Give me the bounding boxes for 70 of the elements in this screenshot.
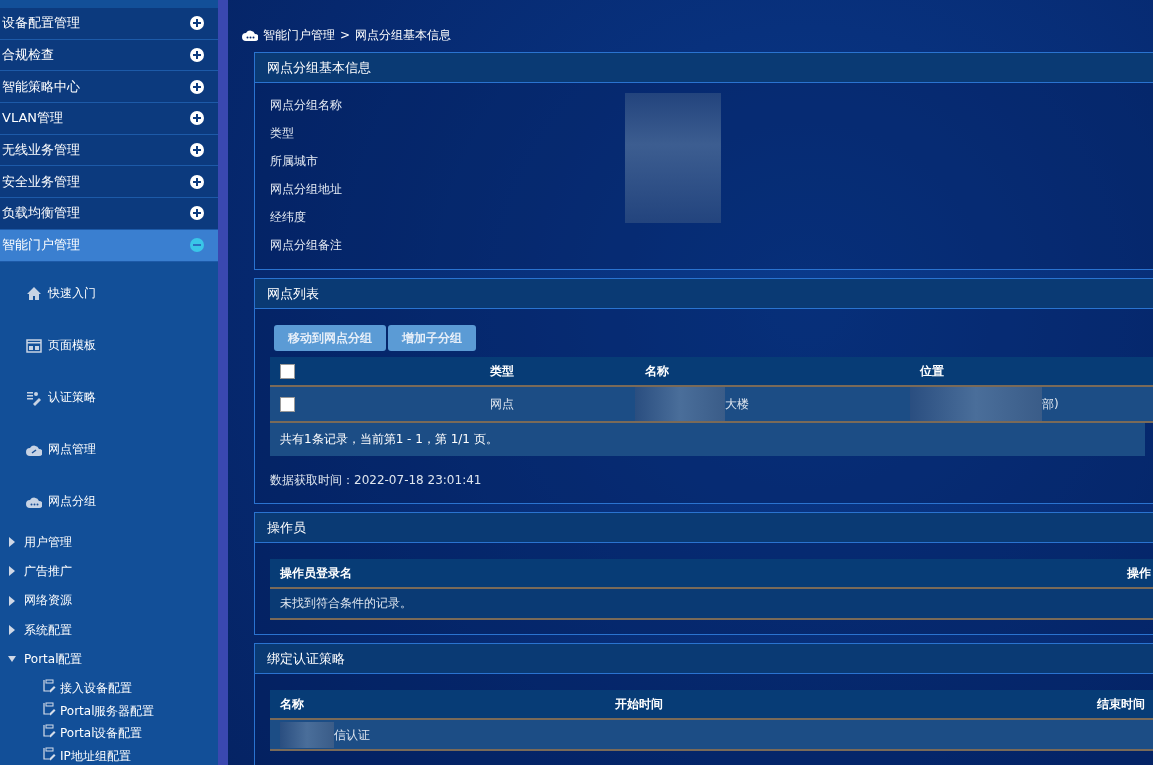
tree-item[interactable]: 网络资源	[0, 586, 218, 616]
tree-item[interactable]: 广告推广	[0, 556, 218, 587]
submenu-item[interactable]: 认证策略	[0, 371, 218, 424]
menu-item[interactable]: 智能策略中心	[0, 71, 218, 104]
redacted-block	[280, 721, 334, 748]
tree-child-item[interactable]: 接入设备配置	[0, 674, 218, 697]
expand-icon	[190, 143, 204, 158]
breadcrumb-separator: >	[340, 28, 351, 42]
expand-icon	[190, 16, 204, 31]
submenu-item[interactable]: 页面模板	[0, 319, 218, 372]
field-label: 网点分组名称	[269, 96, 343, 114]
submenu-item[interactable]: 网点管理	[0, 423, 218, 476]
tree-item[interactable]: Portal配置	[0, 644, 218, 674]
tree-child-item[interactable]: Portal服务器配置	[0, 696, 218, 720]
caret-right-icon	[8, 625, 16, 636]
column-header: 操作员登录名	[270, 559, 897, 588]
column-header: 类型	[480, 357, 635, 386]
menu-item[interactable]: 合规检查	[0, 39, 218, 72]
tree-item[interactable]: 系统配置	[0, 615, 218, 645]
submenu-item[interactable]: 快速入门	[0, 267, 218, 320]
expand-icon	[190, 48, 204, 63]
caret-right-icon	[8, 537, 16, 548]
template-icon	[26, 337, 42, 354]
submenu-item[interactable]: 网点分组	[0, 475, 218, 528]
select-all-checkbox[interactable]	[280, 363, 295, 379]
menu-item[interactable]: 负载均衡管理	[0, 198, 218, 230]
expand-icon	[190, 206, 204, 221]
menu-item[interactable]: 智能门户管理	[0, 229, 218, 262]
column-header: 结束时间	[1087, 690, 1153, 719]
column-header: 开始时间	[604, 690, 1087, 719]
column-header: 位置	[910, 357, 1153, 386]
expand-icon	[190, 174, 204, 189]
field-label: 网点分组备注	[269, 236, 343, 254]
menu-item[interactable]: 设备配置管理	[0, 8, 218, 40]
collapse-icon	[190, 238, 204, 253]
caret-right-icon	[8, 595, 16, 606]
table-cell: 网点	[480, 386, 635, 422]
table-cell: 信认证	[334, 727, 370, 741]
panel-header: 操作员	[255, 513, 1153, 543]
table-cell: 部)	[1042, 396, 1059, 411]
breadcrumb-item[interactable]: 智能门户管理	[263, 26, 335, 44]
field-label: 网点分组地址	[269, 180, 343, 198]
panel-header: 网点列表	[255, 279, 1153, 309]
column-header: 名称	[270, 690, 605, 719]
fetch-time-text: 数据获取时间：2022-07-18 23:01:41	[270, 472, 483, 489]
field-label: 所属城市	[269, 152, 319, 170]
caret-right-icon	[8, 566, 16, 577]
empty-message: 未找到符合条件的记录。	[280, 596, 412, 610]
breadcrumb-item: 网点分组基本信息	[355, 26, 452, 44]
tree-child-item[interactable]: IP地址组配置	[0, 742, 218, 765]
home-icon	[26, 285, 42, 302]
policy-icon	[26, 389, 42, 406]
field-label: 类型	[269, 124, 295, 142]
scrollbar[interactable]	[218, 0, 228, 765]
expand-icon	[190, 79, 204, 94]
menu-item[interactable]: 无线业务管理	[0, 134, 218, 167]
column-header: 操作	[896, 559, 1153, 588]
table-cell: 大楼	[725, 396, 749, 411]
cloud-icon	[242, 29, 258, 41]
menu-item[interactable]: VLAN管理	[0, 103, 218, 135]
tree-item[interactable]: 用户管理	[0, 527, 218, 557]
pagination-text: 共有1条记录，当前第1 - 1，第 1/1 页。	[280, 431, 498, 448]
panel-header: 绑定认证策略	[255, 644, 1153, 674]
menu-item[interactable]: 安全业务管理	[0, 166, 218, 199]
panel-header: 网点分组基本信息	[255, 53, 1153, 83]
column-header: 名称	[635, 357, 910, 386]
row-checkbox[interactable]	[280, 396, 295, 412]
field-label: 经纬度	[269, 208, 307, 226]
expand-icon	[190, 111, 204, 126]
tree-child-item[interactable]: Portal设备配置	[0, 719, 218, 743]
